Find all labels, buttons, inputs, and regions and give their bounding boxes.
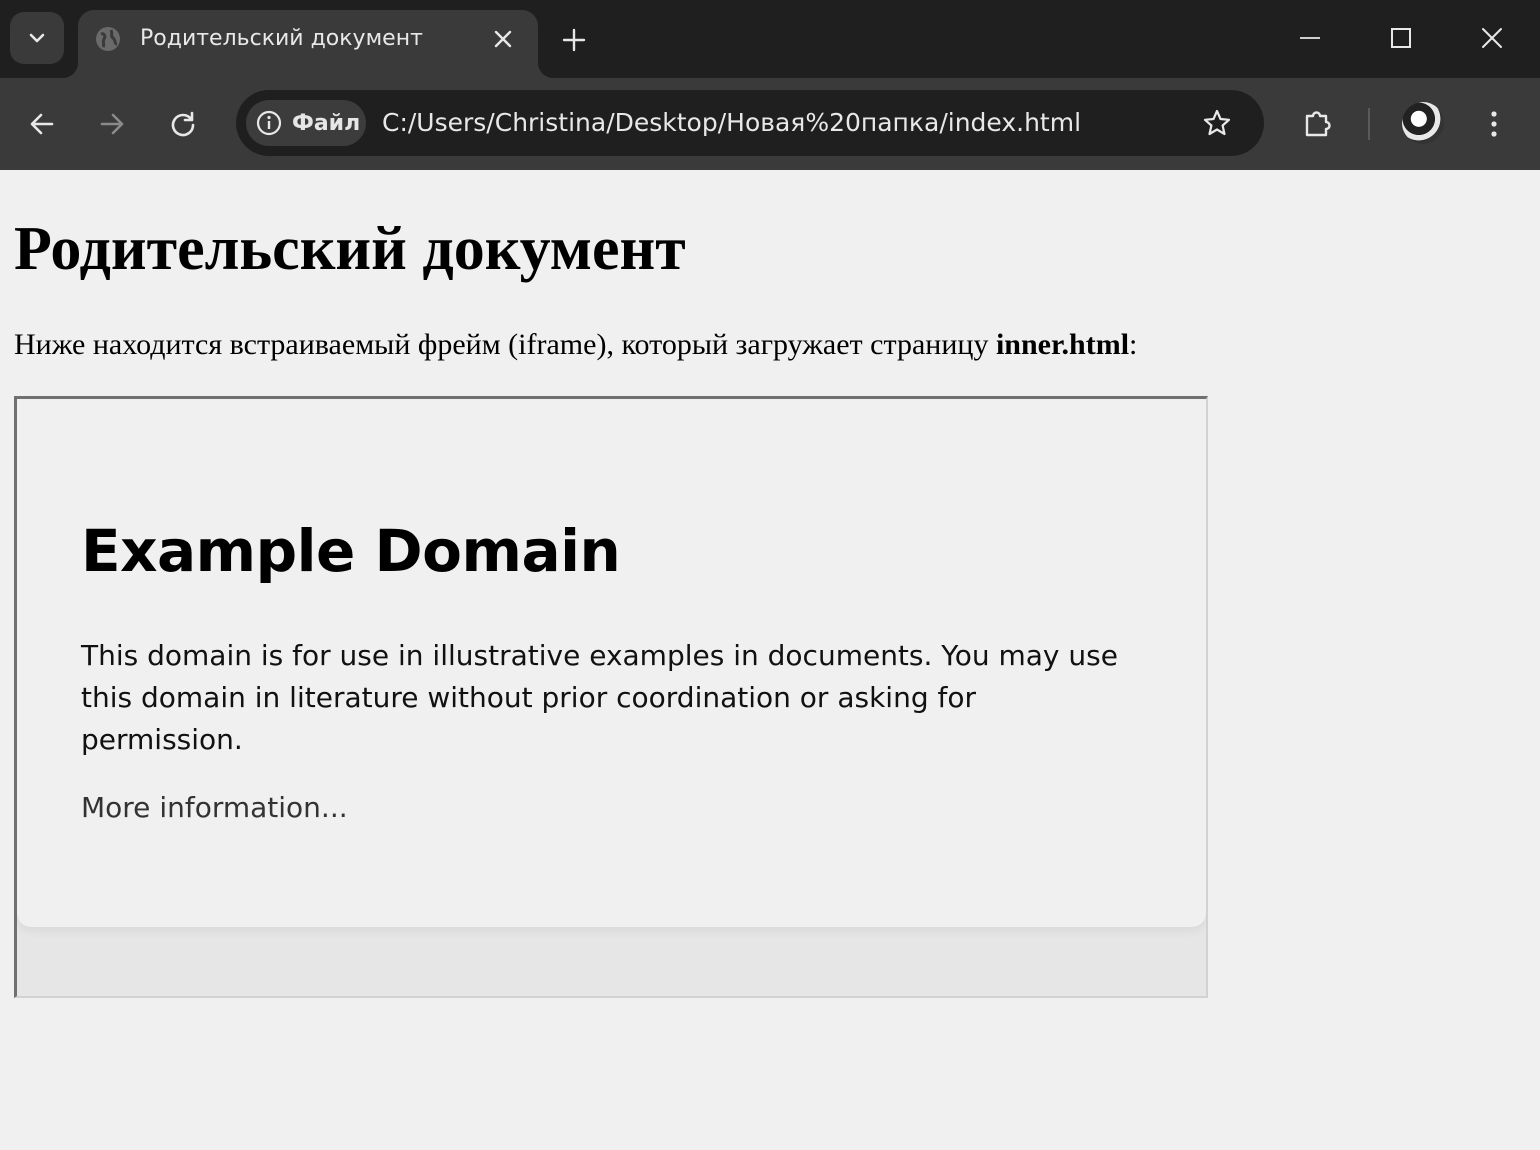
intro-filename: inner.html [995,328,1130,361]
more-information-link[interactable]: More information... [81,791,348,824]
maximize-icon [1391,28,1411,48]
minimize-button[interactable] [1290,18,1330,58]
intro-text: Ниже находится встраиваемый фрейм (ifram… [14,328,996,361]
site-chip-label: Файл [292,110,361,136]
tab-strip: Родительский документ [0,0,1540,78]
page-intro: Ниже находится встраиваемый фрейм (ifram… [14,328,1137,362]
embedded-iframe[interactable]: Example Domain This domain is for use in… [14,396,1208,998]
tab-search-button[interactable] [10,12,64,64]
more-vertical-icon [1491,111,1497,137]
intro-suffix: : [1129,328,1138,361]
arrow-left-icon [30,113,54,135]
arrow-right-icon [100,113,124,135]
chevron-down-icon [29,33,45,43]
tab-close-button[interactable] [488,24,518,54]
forward-button[interactable] [90,102,134,146]
extensions-button[interactable] [1296,102,1340,146]
new-tab-button[interactable] [556,22,592,58]
toolbar-separator [1368,108,1370,140]
maximize-button[interactable] [1381,18,1421,58]
close-window-button[interactable] [1472,18,1512,58]
globe-icon [96,27,120,51]
bookmark-button[interactable] [1198,104,1236,142]
plus-icon [562,28,586,52]
avatar[interactable] [1402,102,1444,144]
info-icon [256,110,282,136]
reload-button[interactable] [161,102,205,146]
minimize-icon [1300,37,1320,39]
close-icon [494,30,512,48]
url-text[interactable]: C:/Users/Christina/Desktop/Новая%20папка… [382,108,1081,137]
back-button[interactable] [20,102,64,146]
puzzle-icon [1305,111,1331,137]
page-title: Родительский документ [14,215,686,283]
star-icon [1203,109,1231,136]
tab-active[interactable]: Родительский документ [62,10,554,78]
address-bar[interactable]: Файл C:/Users/Christina/Desktop/Новая%20… [236,90,1264,156]
close-icon [1482,28,1502,48]
iframe-title: Example Domain [81,517,621,585]
iframe-description: This domain is for use in illustrative e… [81,639,1118,756]
page-content: Родительский документ Ниже находится вст… [0,170,1540,1150]
reload-icon [171,111,195,137]
browser-toolbar: Файл C:/Users/Christina/Desktop/Новая%20… [0,78,1540,170]
iframe-content-card: Example Domain This domain is for use in… [17,399,1206,927]
tab-title: Родительский документ [140,26,423,51]
site-info-chip[interactable]: Файл [246,100,366,146]
menu-button[interactable] [1472,102,1516,146]
